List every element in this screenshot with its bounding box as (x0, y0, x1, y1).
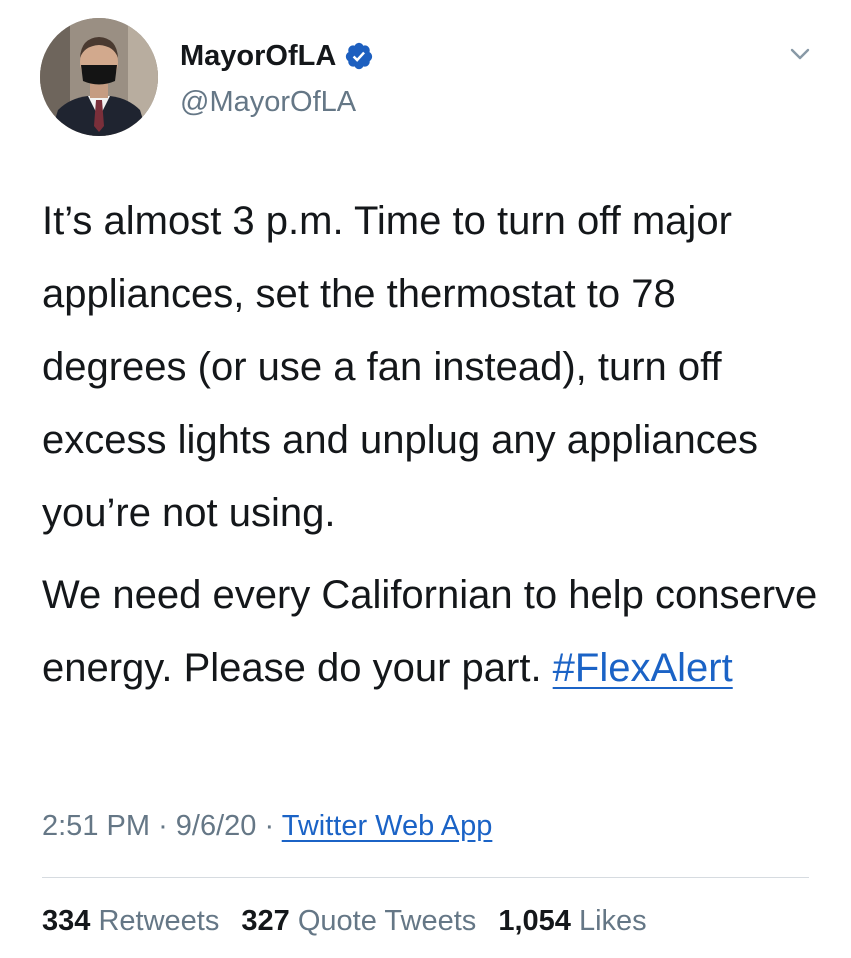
tweet-meta: 2:51 PM · 9/6/20 · Twitter Web App (42, 806, 492, 846)
engagement-stats: 334 Retweets 327 Quote Tweets 1,054 Like… (42, 901, 661, 941)
author-display-name[interactable]: MayorOfLA (180, 38, 336, 74)
quote-tweets-count: 327 (241, 905, 290, 937)
quote-tweets-stat[interactable]: 327 Quote Tweets (241, 901, 476, 941)
tweet-time[interactable]: 2:51 PM (42, 810, 150, 842)
avatar[interactable] (40, 18, 158, 136)
tweet-date[interactable]: 9/6/20 (176, 810, 257, 842)
author-name-row[interactable]: MayorOfLA (180, 38, 374, 74)
meta-separator: · (264, 810, 275, 842)
quote-tweets-label: Quote Tweets (297, 905, 477, 937)
tweet-paragraph: It’s almost 3 p.m. Time to turn off majo… (42, 199, 759, 535)
likes-label: Likes (578, 905, 647, 937)
likes-stat[interactable]: 1,054 Likes (498, 901, 646, 941)
tweet-text: It’s almost 3 p.m. Time to turn off majo… (42, 185, 827, 705)
avatar-photo (40, 18, 158, 136)
chevron-down-icon[interactable] (786, 40, 814, 68)
verified-badge-icon (344, 41, 374, 71)
likes-count: 1,054 (498, 905, 571, 937)
divider (42, 877, 809, 878)
tweet-paragraph: We need every Californian to help conser… (42, 559, 827, 705)
retweets-stat[interactable]: 334 Retweets (42, 901, 219, 941)
meta-separator: · (158, 810, 168, 842)
author-handle[interactable]: @MayorOfLA (180, 84, 356, 120)
retweets-label: Retweets (98, 905, 220, 937)
tweet-source-link[interactable]: Twitter Web App (282, 810, 493, 842)
hashtag-link[interactable]: #FlexAlert (553, 646, 733, 690)
retweets-count: 334 (42, 905, 91, 937)
